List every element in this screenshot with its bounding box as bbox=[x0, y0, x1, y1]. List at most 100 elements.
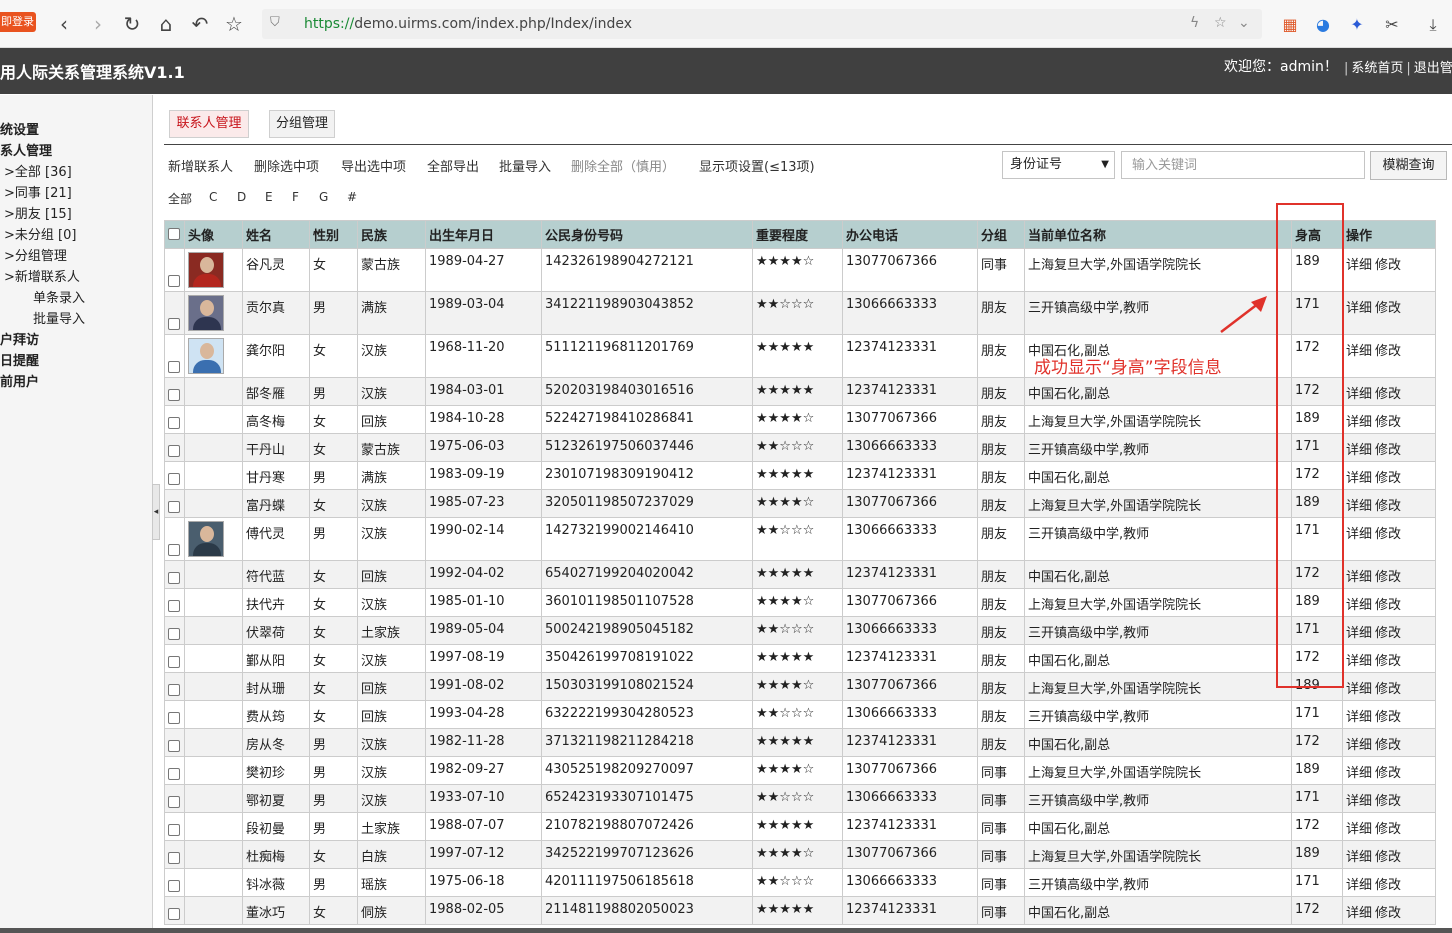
avatar[interactable] bbox=[188, 338, 224, 374]
column-header[interactable]: 办公电话 bbox=[842, 220, 978, 249]
scissors-icon[interactable]: ✂ bbox=[1381, 14, 1403, 36]
column-header[interactable]: 民族 bbox=[357, 220, 426, 249]
tab-groups[interactable]: 分组管理 bbox=[269, 110, 335, 138]
detail-link[interactable]: 详细 bbox=[1346, 626, 1372, 641]
sidebar-item[interactable]: 批量导入 bbox=[33, 309, 85, 330]
sidebar-item[interactable]: 系人管理 bbox=[0, 141, 52, 162]
undo-icon[interactable]: ↶ bbox=[188, 12, 212, 36]
detail-link[interactable]: 详细 bbox=[1346, 301, 1372, 316]
back-icon[interactable]: ‹ bbox=[52, 12, 76, 36]
avatar[interactable] bbox=[188, 521, 224, 557]
row-checkbox[interactable] bbox=[168, 684, 180, 696]
edit-link[interactable]: 修改 bbox=[1375, 794, 1401, 809]
avatar[interactable] bbox=[188, 252, 224, 288]
row-checkbox[interactable] bbox=[168, 318, 180, 330]
row-checkbox[interactable] bbox=[168, 544, 180, 556]
column-header[interactable]: 当前单位名称 bbox=[1024, 220, 1292, 249]
bookmark-star-icon[interactable]: ☆ bbox=[222, 12, 246, 36]
column-header[interactable]: 出生年月日 bbox=[425, 220, 542, 249]
sidebar-item[interactable]: >新增联系人 bbox=[4, 267, 80, 288]
detail-link[interactable]: 详细 bbox=[1346, 570, 1372, 585]
detail-link[interactable]: 详细 bbox=[1346, 415, 1372, 430]
edit-link[interactable]: 修改 bbox=[1375, 850, 1401, 865]
download-icon[interactable]: ⤓ bbox=[1422, 14, 1444, 36]
detail-link[interactable]: 详细 bbox=[1346, 471, 1372, 486]
logout-link[interactable]: 退出管 bbox=[1414, 61, 1452, 76]
home-icon[interactable]: ⌂ bbox=[154, 12, 178, 36]
detail-link[interactable]: 详细 bbox=[1346, 344, 1372, 359]
sidebar-item[interactable]: 日提醒 bbox=[0, 351, 39, 372]
edit-link[interactable]: 修改 bbox=[1375, 471, 1401, 486]
sidebar-item[interactable]: >未分组 [0] bbox=[4, 225, 76, 246]
row-checkbox[interactable] bbox=[168, 852, 180, 864]
detail-link[interactable]: 详细 bbox=[1346, 258, 1372, 273]
sidebar-item[interactable]: 户拜访 bbox=[0, 330, 39, 351]
detail-link[interactable]: 详细 bbox=[1346, 878, 1372, 893]
row-checkbox[interactable] bbox=[168, 501, 180, 513]
letter-filter-D[interactable]: D bbox=[237, 190, 246, 204]
column-header[interactable]: 分组 bbox=[977, 220, 1025, 249]
row-checkbox[interactable] bbox=[168, 275, 180, 287]
edit-link[interactable]: 修改 bbox=[1375, 654, 1401, 669]
edit-link[interactable]: 修改 bbox=[1375, 766, 1401, 781]
edit-link[interactable]: 修改 bbox=[1375, 415, 1401, 430]
toolbar-link[interactable]: 删除全部（慎用） bbox=[571, 156, 675, 175]
column-header[interactable]: 头像 bbox=[184, 220, 243, 249]
row-checkbox[interactable] bbox=[168, 361, 180, 373]
letter-filter-#[interactable]: # bbox=[347, 190, 357, 204]
row-checkbox[interactable] bbox=[168, 473, 180, 485]
avatar[interactable] bbox=[188, 295, 224, 331]
row-checkbox[interactable] bbox=[168, 908, 180, 920]
forward-icon[interactable]: › bbox=[86, 12, 110, 36]
detail-link[interactable]: 详细 bbox=[1346, 794, 1372, 809]
detail-link[interactable]: 详细 bbox=[1346, 850, 1372, 865]
row-checkbox[interactable] bbox=[168, 445, 180, 457]
edit-link[interactable]: 修改 bbox=[1375, 387, 1401, 402]
detail-link[interactable]: 详细 bbox=[1346, 766, 1372, 781]
column-header[interactable]: 公民身份号码 bbox=[541, 220, 753, 249]
column-header[interactable]: 姓名 bbox=[242, 220, 310, 249]
edit-link[interactable]: 修改 bbox=[1375, 258, 1401, 273]
edit-link[interactable]: 修改 bbox=[1375, 443, 1401, 458]
detail-link[interactable]: 详细 bbox=[1346, 822, 1372, 837]
select-all-checkbox[interactable] bbox=[168, 227, 180, 240]
search-field-select[interactable]: 身份证号 ▼ bbox=[1002, 151, 1115, 179]
letter-filter-E[interactable]: E bbox=[265, 190, 273, 204]
sidebar-item[interactable]: >朋友 [15] bbox=[4, 204, 72, 225]
row-checkbox[interactable] bbox=[168, 417, 180, 429]
sidebar-item[interactable]: >全部 [36] bbox=[4, 162, 72, 183]
reload-icon[interactable]: ↻ bbox=[120, 12, 144, 36]
browser-logo-icon[interactable]: ◕ bbox=[1312, 14, 1334, 36]
lightning-icon[interactable]: ϟ bbox=[1190, 15, 1199, 31]
edit-link[interactable]: 修改 bbox=[1375, 682, 1401, 697]
detail-link[interactable]: 详细 bbox=[1346, 710, 1372, 725]
detail-link[interactable]: 详细 bbox=[1346, 387, 1372, 402]
column-header[interactable]: 操作 bbox=[1342, 220, 1436, 249]
login-badge[interactable]: 即登录 bbox=[0, 12, 36, 32]
edit-link[interactable]: 修改 bbox=[1375, 822, 1401, 837]
detail-link[interactable]: 详细 bbox=[1346, 443, 1372, 458]
edit-link[interactable]: 修改 bbox=[1375, 344, 1401, 359]
address-bar[interactable]: ⛉ https://demo.uirms.com/index.php/Index… bbox=[262, 9, 1262, 39]
apps-grid-icon[interactable]: ▦ bbox=[1279, 14, 1301, 36]
detail-link[interactable]: 详细 bbox=[1346, 654, 1372, 669]
column-header[interactable]: 性别 bbox=[309, 220, 358, 249]
toolbar-link[interactable]: 删除选中项 bbox=[254, 156, 319, 175]
letter-filter-G[interactable]: G bbox=[319, 190, 328, 204]
edit-link[interactable]: 修改 bbox=[1375, 906, 1401, 921]
row-checkbox[interactable] bbox=[168, 628, 180, 640]
letter-filter-C[interactable]: C bbox=[209, 190, 217, 204]
edit-link[interactable]: 修改 bbox=[1375, 598, 1401, 613]
fuzzy-search-button[interactable]: 模糊查询 bbox=[1370, 151, 1447, 180]
edit-link[interactable]: 修改 bbox=[1375, 738, 1401, 753]
edit-link[interactable]: 修改 bbox=[1375, 301, 1401, 316]
edit-link[interactable]: 修改 bbox=[1375, 710, 1401, 725]
toolbar-link[interactable]: 导出选中项 bbox=[341, 156, 406, 175]
edit-link[interactable]: 修改 bbox=[1375, 626, 1401, 641]
sidebar-item[interactable]: 单条录入 bbox=[33, 288, 85, 309]
sidebar-item[interactable]: 前用户 bbox=[0, 372, 39, 393]
row-checkbox[interactable] bbox=[168, 656, 180, 668]
home-link[interactable]: 系统首页 bbox=[1351, 61, 1403, 76]
row-checkbox[interactable] bbox=[168, 600, 180, 612]
sidebar-item[interactable]: 统设置 bbox=[0, 120, 39, 141]
